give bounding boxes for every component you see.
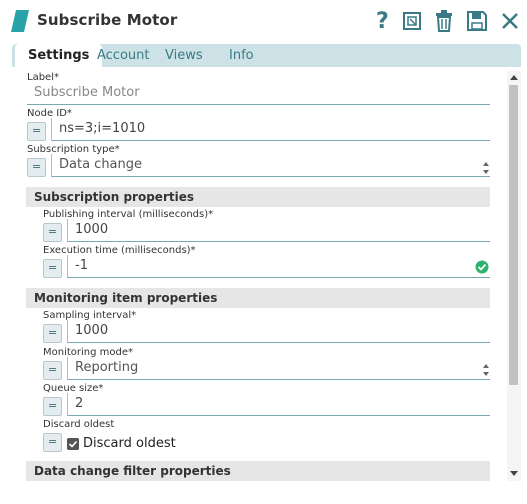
execution-time-input[interactable]: -1 — [67, 255, 490, 278]
valid-check-icon — [475, 260, 489, 274]
label-input[interactable]: Subscribe Motor — [27, 82, 490, 105]
tab-views[interactable]: Views — [165, 44, 203, 67]
svg-text:?: ? — [376, 9, 389, 34]
node-id-expression-button[interactable]: = — [27, 122, 46, 141]
discard-oldest-label: Discard oldest — [43, 419, 115, 430]
close-icon[interactable] — [499, 8, 521, 34]
discard-oldest-expression-button[interactable]: = — [43, 433, 62, 452]
publishing-interval-input[interactable]: 1000 — [67, 219, 490, 242]
updown-arrows-icon — [483, 364, 489, 376]
tab-info[interactable]: Info — [229, 44, 254, 67]
vertical-scrollbar[interactable] — [507, 71, 521, 481]
queue-size-input[interactable]: 2 — [67, 393, 490, 416]
subscription-type-select[interactable]: Data change — [51, 154, 490, 177]
tab-bar: Settings Account Views Info — [12, 44, 521, 67]
data-change-filter-properties-header: Data change filter properties — [26, 461, 490, 481]
subscription-properties-header: Subscription properties — [26, 187, 490, 207]
scroll-down-arrow-icon[interactable] — [510, 469, 518, 477]
updown-arrows-icon — [483, 162, 489, 174]
dialog-title: Subscribe Motor — [37, 11, 178, 29]
execution-time-expression-button[interactable]: = — [43, 259, 62, 278]
tab-account[interactable]: Account — [97, 44, 150, 67]
save-icon[interactable] — [465, 8, 489, 34]
delete-icon[interactable] — [433, 8, 455, 34]
monitoring-mode-expression-button[interactable]: = — [43, 361, 62, 380]
help-icon[interactable]: ? — [372, 8, 392, 34]
snap-logo-icon — [11, 10, 29, 32]
sampling-interval-expression-button[interactable]: = — [43, 324, 62, 343]
discard-oldest-checkbox[interactable] — [67, 438, 79, 450]
monitoring-mode-select[interactable]: Reporting — [67, 357, 490, 380]
tab-settings[interactable]: Settings — [15, 44, 103, 67]
publishing-interval-expression-button[interactable]: = — [43, 223, 62, 242]
settings-panel: Label* Subscribe Motor Node ID* = ns=3;i… — [0, 67, 507, 481]
export-icon[interactable] — [401, 8, 425, 34]
dialog-header: Subscribe Motor ? — [0, 0, 527, 42]
queue-size-expression-button[interactable]: = — [43, 397, 62, 416]
scroll-up-arrow-icon[interactable] — [510, 74, 518, 82]
monitoring-item-properties-header: Monitoring item properties — [26, 288, 490, 308]
sampling-interval-input[interactable]: 1000 — [67, 320, 490, 343]
discard-oldest-checkbox-label[interactable]: Discard oldest — [83, 436, 176, 451]
node-id-input[interactable]: ns=3;i=1010 — [51, 118, 490, 141]
scrollbar-thumb[interactable] — [509, 85, 518, 385]
subscription-type-expression-button[interactable]: = — [27, 158, 46, 177]
